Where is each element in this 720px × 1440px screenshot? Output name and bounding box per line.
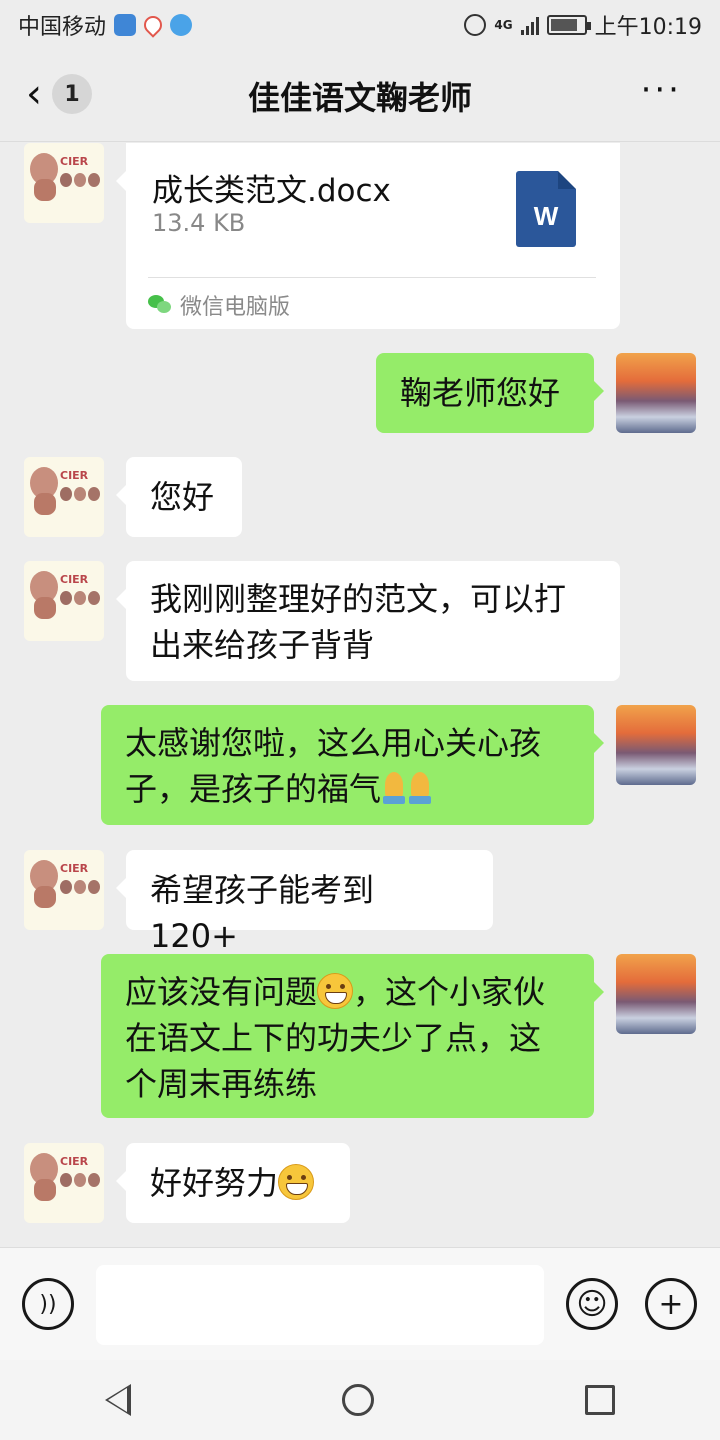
file-source: 微信电脑版	[148, 289, 290, 321]
chat-input-bar: )) ☺ +	[0, 1247, 720, 1360]
teacher-avatar[interactable]: CIER	[24, 850, 104, 930]
browser-icon	[170, 14, 193, 36]
self-avatar[interactable]	[616, 353, 696, 433]
message-text: 希望孩子能考到 120+	[150, 871, 375, 955]
message-line: 应该没有问题	[125, 973, 318, 1011]
status-bar: 中国移动 4G 上午10:19	[0, 0, 720, 50]
self-avatar[interactable]	[616, 705, 696, 785]
file-name: 成长类范文.docx	[152, 173, 391, 209]
message-line: 出来给孩子背背	[150, 626, 375, 664]
network-type: 4G	[494, 18, 513, 32]
message-bubble-teacher[interactable]: 希望孩子能考到 120+	[116, 850, 493, 955]
teacher-avatar[interactable]: CIER	[24, 457, 104, 537]
signal-icon	[520, 15, 539, 35]
message-line: 太感谢您啦，这么用心关心孩	[125, 724, 542, 762]
emoji-button[interactable]: ☺	[566, 1278, 618, 1330]
location-icon	[140, 12, 166, 38]
security-icon	[114, 14, 137, 36]
battery-icon	[546, 15, 591, 35]
message-text: 您好	[150, 478, 215, 516]
clock: 上午10:19	[594, 15, 702, 40]
voice-input-button[interactable]: ))	[22, 1278, 74, 1330]
message-text: 好好努力	[150, 1164, 279, 1202]
message-text: 鞠老师您好	[400, 374, 561, 412]
message-bubble-teacher[interactable]: 好好努力	[116, 1143, 350, 1223]
status-right: 4G 上午10:19	[464, 9, 702, 41]
message-bubble-teacher[interactable]: 您好	[116, 457, 242, 537]
back-button[interactable]: ‹ 1	[26, 74, 92, 114]
teacher-avatar[interactable]: CIER	[24, 1143, 104, 1223]
pray-emoji-icon	[407, 770, 433, 806]
wechat-icon	[148, 295, 172, 315]
message-bubble-self[interactable]: 应该没有问题 ，这个小家伙 在语文上下的功夫少了点，这 个周末再练练	[101, 954, 604, 1118]
chat-header: ‹ 1 佳佳语文鞠老师 ···	[0, 50, 720, 142]
self-avatar[interactable]	[616, 954, 696, 1034]
file-message-card[interactable]: 成长类范文.docx 13.4 KB W 微信电脑版	[116, 143, 620, 329]
teacher-avatar[interactable]: CIER	[24, 561, 104, 641]
divider	[148, 277, 596, 278]
file-size: 13.4 KB	[152, 209, 246, 237]
chat-screen: 中国移动 4G 上午10:19 ‹ 1 佳佳语文鞠老师 ··· CIER 成长类…	[0, 0, 720, 1440]
file-source-label: 微信电脑版	[180, 295, 291, 320]
word-document-icon: W	[516, 171, 576, 247]
message-line: 我刚刚整理好的范文，可以打	[150, 580, 567, 618]
teacher-avatar[interactable]: CIER	[24, 143, 104, 223]
smile-icon: ☺	[576, 1286, 608, 1322]
plus-icon: +	[658, 1286, 684, 1322]
alarm-icon	[464, 14, 487, 36]
more-functions-button[interactable]: +	[645, 1278, 697, 1330]
message-bubble-teacher[interactable]: 我刚刚整理好的范文，可以打 出来给孩子背背	[116, 561, 620, 681]
unread-badge: 1	[52, 74, 92, 114]
message-line: 个周末再练练	[125, 1065, 318, 1103]
message-line: 子，是孩子的福气	[125, 770, 382, 808]
more-options-button[interactable]: ···	[641, 73, 682, 107]
grin-emoji-icon	[317, 973, 354, 1009]
message-input[interactable]	[96, 1265, 544, 1345]
message-line: 在语文上下的功夫少了点，这	[125, 1019, 542, 1057]
home-circle-icon[interactable]	[341, 1384, 374, 1416]
message-line: ，这个小家伙	[353, 973, 546, 1011]
chat-title: 佳佳语文鞠老师	[247, 78, 472, 117]
carrier-label: 中国移动	[18, 15, 107, 40]
voice-icon: ))	[39, 1291, 57, 1317]
grin-emoji-icon	[278, 1164, 315, 1200]
status-left: 中国移动	[18, 9, 193, 41]
chevron-left-icon: ‹	[26, 71, 42, 117]
recent-apps-square-icon[interactable]	[584, 1385, 615, 1415]
system-navigation-bar	[0, 1360, 720, 1440]
message-bubble-self[interactable]: 太感谢您啦，这么用心关心孩 子，是孩子的福气	[101, 705, 604, 825]
message-bubble-self[interactable]: 鞠老师您好	[376, 353, 604, 433]
pray-emoji-icon	[381, 770, 407, 806]
back-triangle-icon[interactable]	[105, 1384, 132, 1416]
